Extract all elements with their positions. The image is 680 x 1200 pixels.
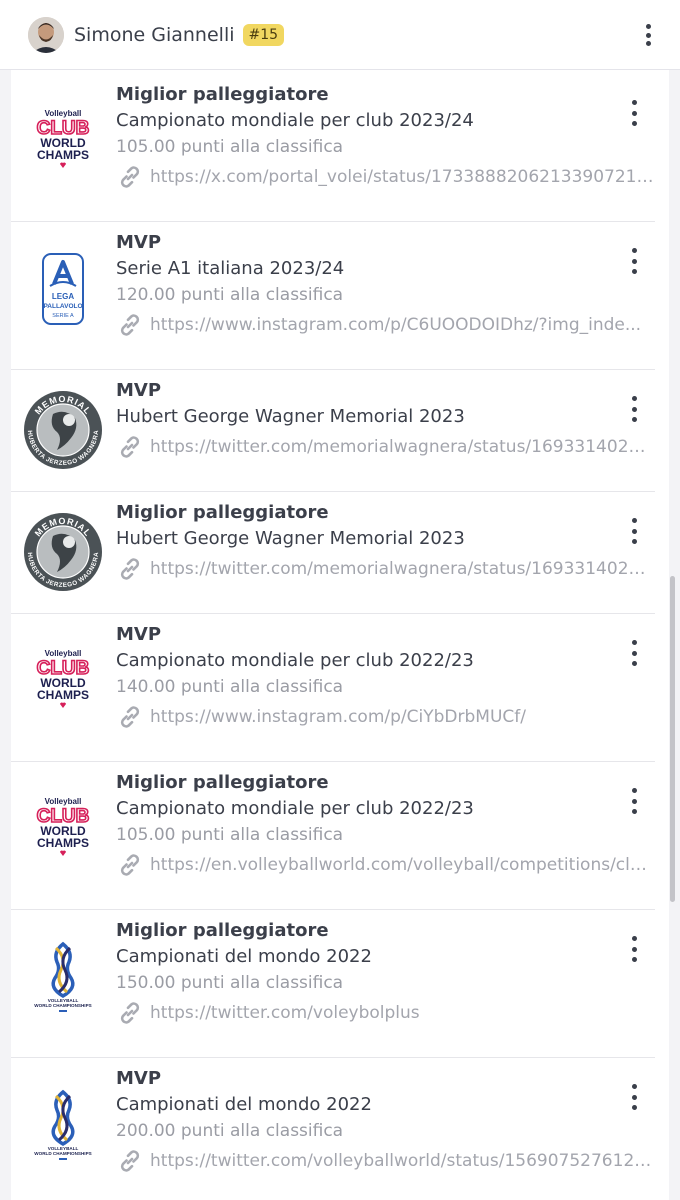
ranking-points: 105.00 punti alla classifica (116, 137, 344, 157)
source-link-url[interactable]: https://twitter.com/volleyballworld/stat… (150, 1151, 655, 1171)
source-link-url[interactable]: https://www.instagram.com/p/C6UOODOIDhz/… (150, 315, 641, 335)
item-options-icon[interactable] (627, 936, 641, 962)
award-title: MVP (116, 232, 162, 253)
svg-text:SERIE A: SERIE A (52, 313, 74, 319)
scrollbar[interactable] (670, 576, 675, 902)
link-icon (116, 703, 144, 731)
source-link[interactable]: https://twitter.com/voleybolplus (116, 996, 655, 1030)
award-title: Miglior palleggiatore (116, 84, 329, 105)
award-list-item[interactable]: MEMORIAL HUBERTA JERZEGO WAGNERA MVP Hube… (11, 370, 655, 492)
svg-text:WORLD CHAMPIONSHIPS: WORLD CHAMPIONSHIPS (34, 1003, 91, 1008)
more-options-icon[interactable] (638, 22, 658, 48)
svg-text:Volleyball: Volleyball (45, 797, 82, 806)
link-icon (116, 555, 144, 583)
source-link-url[interactable]: https://en.volleyballworld.com/volleybal… (150, 855, 655, 875)
svg-text:CHAMPS: CHAMPS (37, 836, 89, 850)
source-link-url[interactable]: https://x.com/portal_volei/status/173388… (150, 167, 655, 187)
competition-name: Campionati del mondo 2022 (116, 1094, 372, 1115)
award-title: Miglior palleggiatore (116, 772, 329, 793)
source-link[interactable]: https://twitter.com/volleyballworld/stat… (116, 1144, 655, 1178)
club-world-champs-logo: Volleyball CLUB WORLD CHAMPS (36, 109, 90, 168)
ranking-points: 140.00 punti alla classifica (116, 677, 344, 697)
rank-badge: #15 (242, 23, 285, 46)
award-title: Miglior palleggiatore (116, 920, 329, 941)
ranking-points: 200.00 punti alla classifica (116, 1121, 344, 1141)
source-link[interactable]: https://twitter.com/memorialwagnera/stat… (116, 430, 655, 464)
source-link-url[interactable]: https://twitter.com/voleybolplus (150, 1003, 420, 1023)
svg-text:CHAMPS: CHAMPS (37, 688, 89, 702)
award-list-item[interactable]: Volleyball CLUB WORLD CHAMPS Miglior pal… (11, 762, 655, 910)
award-list-item[interactable]: Volleyball CLUB WORLD CHAMPS MVP Campiona… (11, 614, 655, 762)
competition-name: Campionato mondiale per club 2022/23 (116, 798, 474, 819)
award-list-item[interactable]: VOLLEYBALL WORLD CHAMPIONSHIPS Miglior p… (11, 910, 655, 1058)
competition-logo: MEMORIAL HUBERTA JERZEGO WAGNERA (23, 512, 103, 592)
avatar[interactable] (28, 16, 64, 53)
source-link[interactable]: https://en.volleyballworld.com/volleybal… (116, 848, 655, 882)
svg-text:CHAMPS: CHAMPS (37, 148, 89, 162)
source-link-url[interactable]: https://www.instagram.com/p/CiYbDrbMUCf/ (150, 707, 526, 727)
link-icon (116, 1147, 144, 1175)
competition-name: Hubert George Wagner Memorial 2023 (116, 528, 465, 549)
club-world-champs-logo: Volleyball CLUB WORLD CHAMPS (36, 649, 90, 708)
wagner-memorial-logo: MEMORIAL HUBERTA JERZEGO WAGNERA (24, 391, 102, 469)
item-options-icon[interactable] (627, 518, 641, 544)
awards-list: Volleyball CLUB WORLD CHAMPS Miglior pal… (11, 74, 669, 1200)
competition-logo: MEMORIAL HUBERTA JERZEGO WAGNERA (23, 390, 103, 470)
award-title: MVP (116, 1068, 162, 1089)
award-list-item[interactable]: VOLLEYBALL WORLD CHAMPIONSHIPS MVP Campio… (11, 1058, 655, 1200)
player-name: Simone Giannelli (74, 23, 235, 46)
wagner-memorial-logo: MEMORIAL HUBERTA JERZEGO WAGNERA (24, 513, 102, 591)
svg-text:WORLD CHAMPIONSHIPS: WORLD CHAMPIONSHIPS (34, 1151, 91, 1156)
club-world-champs-logo: Volleyball CLUB WORLD CHAMPS (36, 797, 90, 856)
link-icon (116, 999, 144, 1027)
award-list-item[interactable]: Volleyball CLUB WORLD CHAMPS Miglior pal… (11, 74, 655, 222)
award-list-item[interactable]: MEMORIAL HUBERTA JERZEGO WAGNERA Miglior… (11, 492, 655, 614)
link-icon (116, 433, 144, 461)
competition-logo: Volleyball CLUB WORLD CHAMPS (23, 642, 103, 722)
source-link[interactable]: https://www.instagram.com/p/CiYbDrbMUCf/ (116, 700, 655, 734)
source-link[interactable]: https://twitter.com/memorialwagnera/stat… (116, 552, 655, 586)
item-options-icon[interactable] (627, 248, 641, 274)
svg-text:Volleyball: Volleyball (45, 109, 82, 118)
ranking-points: 150.00 punti alla classifica (116, 973, 344, 993)
lega-pallavolo-logo: LEGA PALLAVOLO SERIE A (42, 253, 84, 325)
competition-name: Campionato mondiale per club 2022/23 (116, 650, 474, 671)
competition-logo: Volleyball CLUB WORLD CHAMPS (23, 102, 103, 182)
source-link-url[interactable]: https://twitter.com/memorialwagnera/stat… (150, 437, 655, 457)
source-link[interactable]: https://x.com/portal_volei/status/173388… (116, 160, 655, 194)
link-icon (116, 311, 144, 339)
item-options-icon[interactable] (627, 100, 641, 126)
competition-logo: Volleyball CLUB WORLD CHAMPS (23, 790, 103, 870)
volleyball-world-championships-logo: VOLLEYBALL WORLD CHAMPIONSHIPS (34, 941, 92, 1012)
svg-text:PALLAVOLO: PALLAVOLO (43, 303, 82, 310)
competition-logo: VOLLEYBALL WORLD CHAMPIONSHIPS (23, 1086, 103, 1166)
competition-name: Serie A1 italiana 2023/24 (116, 258, 345, 279)
item-options-icon[interactable] (627, 788, 641, 814)
award-list-item[interactable]: LEGA PALLAVOLO SERIE A MVP Serie A1 itali… (11, 222, 655, 370)
link-icon (116, 851, 144, 879)
competition-logo: LEGA PALLAVOLO SERIE A (23, 250, 103, 330)
svg-text:Volleyball: Volleyball (45, 649, 82, 658)
volleyball-world-championships-logo: VOLLEYBALL WORLD CHAMPIONSHIPS (34, 1089, 92, 1160)
svg-text:LEGA: LEGA (52, 292, 74, 301)
item-options-icon[interactable] (627, 1084, 641, 1110)
ranking-points: 120.00 punti alla classifica (116, 285, 344, 305)
competition-name: Hubert George Wagner Memorial 2023 (116, 406, 465, 427)
competition-name: Campionati del mondo 2022 (116, 946, 372, 967)
award-title: MVP (116, 380, 162, 401)
competition-logo: VOLLEYBALL WORLD CHAMPIONSHIPS (23, 938, 103, 1018)
app-header: Simone Giannelli #15 (0, 0, 680, 70)
awards-list-card: Volleyball CLUB WORLD CHAMPS Miglior pal… (11, 70, 669, 1200)
ranking-points: 105.00 punti alla classifica (116, 825, 344, 845)
award-title: MVP (116, 624, 162, 645)
link-icon (116, 163, 144, 191)
award-title: Miglior palleggiatore (116, 502, 329, 523)
item-options-icon[interactable] (627, 396, 641, 422)
item-options-icon[interactable] (627, 640, 641, 666)
competition-name: Campionato mondiale per club 2023/24 (116, 110, 474, 131)
source-link[interactable]: https://www.instagram.com/p/C6UOODOIDhz/… (116, 308, 655, 342)
source-link-url[interactable]: https://twitter.com/memorialwagnera/stat… (150, 559, 655, 579)
